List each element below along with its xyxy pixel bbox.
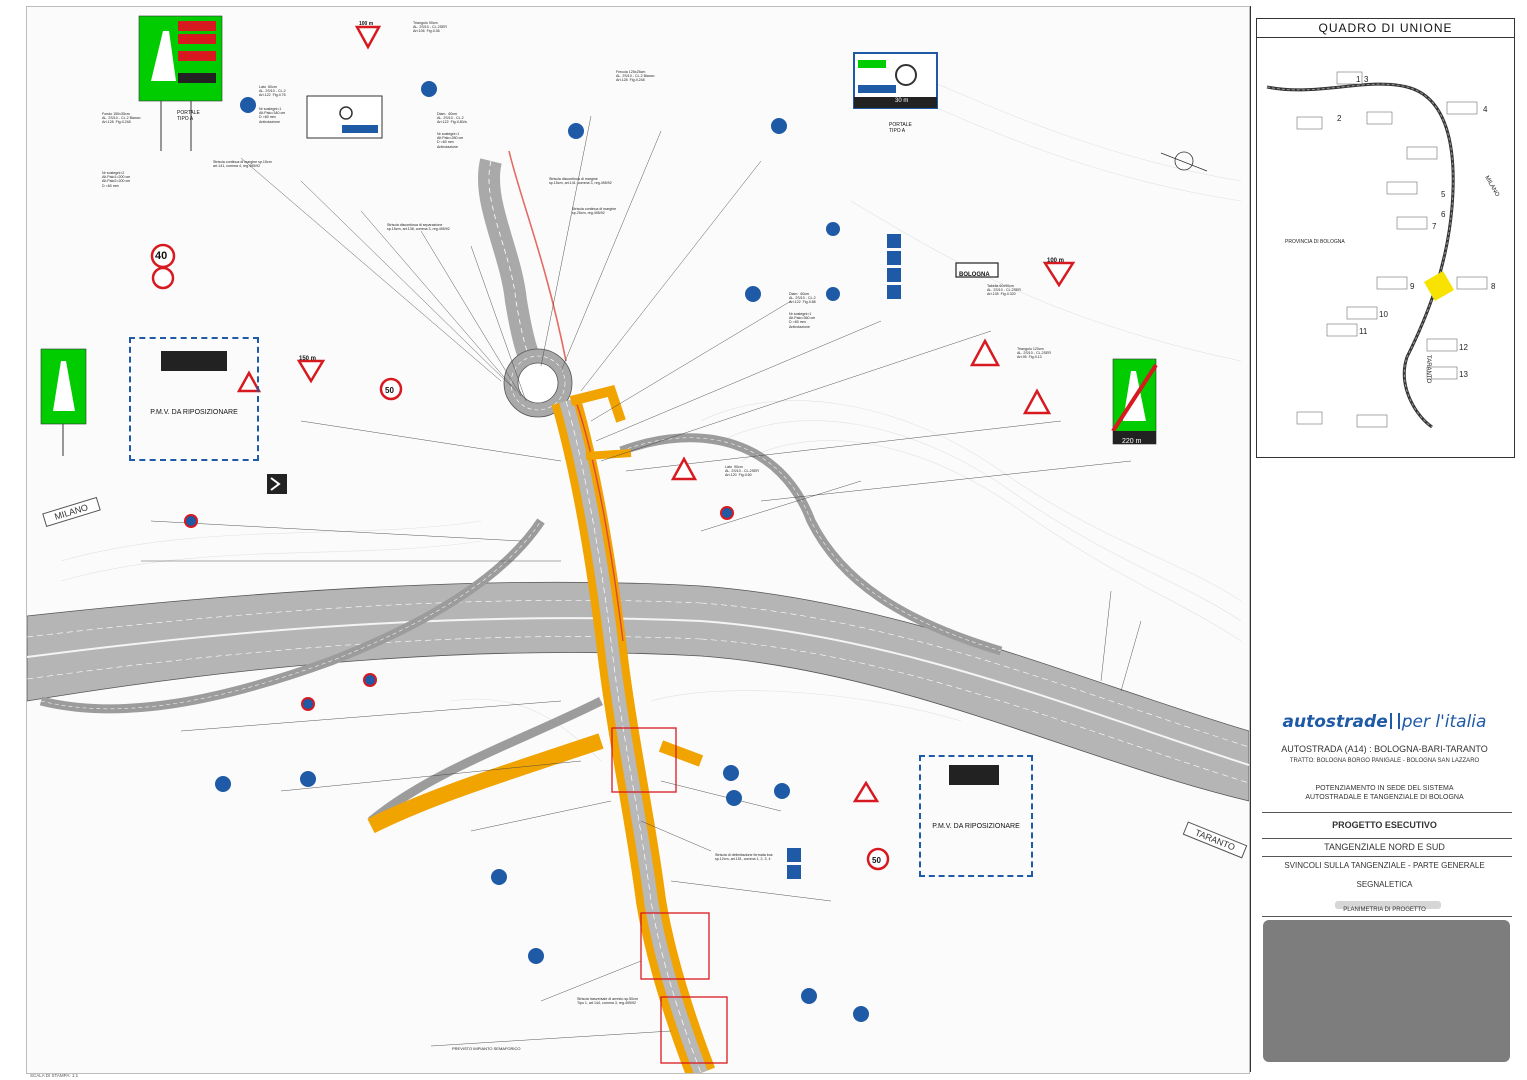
note-7: Triangolo 90cm AL. 2S/10 - CL.2SER Art.1… [413,21,447,34]
yield-signs [296,25,1076,384]
project-line-2: AUTOSTRADALE E TANGENZIALE DI BOLOGNA [1305,794,1464,801]
key-map-title: QUADRO DI UNIONE [1257,19,1514,38]
note-15: Freccia 125x25cm AL. 2S/10 - CL.2 Bianco… [616,70,655,83]
key-map: QUADRO DI UNIONE 1 2 3 4 5 6 7 8 9 10 11… [1256,18,1515,458]
discipline-title: SEGNALETICA [1356,880,1413,889]
drawing-sheet: P.M.V. DA RIPOSIZIONARE P.M.V. DA RIPOSI… [0,0,1527,1080]
motorway-title: AUTOSTRADA (A14) : BOLOGNA-BARI-TARANTO [1281,744,1488,754]
key-sheet-8: 8 [1491,282,1496,291]
note-3: Striscia continua di margine sp.15cm art… [213,160,272,169]
topic-title: SVINCOLI SULLA TANGENZIALE - PARTE GENER… [1284,861,1485,870]
plan-svg [27,15,1249,1073]
plan-drawing-area: P.M.V. DA RIPOSIZIONARE P.M.V. DA RIPOSI… [26,6,1250,1074]
motorway-sign-left [40,348,87,456]
note-14: PREVISTO IMPIANTO SEMAFORICO [452,1046,521,1051]
key-sheet-12: 12 [1459,343,1468,352]
rule-3 [1262,856,1512,857]
project-line-1: POTENZIAMENTO IN SEDE DEL SISTEMA [1315,785,1454,792]
drawing-title: PLANIMETRIA DI PROGETTO [1343,907,1426,913]
dist-150-label: 150 m [299,356,317,362]
note-12: Tabella 60x90cm AL. 2S/10 - CL.2SER Art.… [987,284,1021,297]
pmv-right-label: P.M.V. DA RIPOSIZIONARE [932,823,1020,830]
key-sheet-5: 5 [1441,190,1446,199]
section-title: TRATTO: BOLOGNA BORGO PANIGALE - BOLOGNA… [1289,758,1480,764]
pmv-left-box: P.M.V. DA RIPOSIZIONARE [129,337,259,461]
portal-label-1: PORTALE TIPO A [177,110,200,122]
key-sheet-10: 10 [1379,310,1388,319]
note-18: Nr sostegni=1 Alt.Palo=360 cm D =60 mm A… [789,312,816,329]
key-sheet-7: 7 [1432,222,1437,231]
note-20: Lato 90cm AL. 2S/10 - CL.2SER Art.120 Fi… [725,465,759,478]
dist-220-label: 220 m [1122,438,1142,445]
logo-bold: autostrade [1282,712,1388,732]
speed-50-label-b: 50 [872,856,881,865]
note-6: Nr sostegni=1 Alt.Palo=280 cm D =60 mm A… [437,132,464,149]
key-label-taranto: TARANTO [1425,355,1431,383]
subject-title: TANGENZIALE NORD E SUD [1324,842,1445,852]
speed-50-label-a: 50 [385,386,394,395]
print-scale-note: SCALA DI STAMPA: 1:1 [30,1073,79,1078]
pmv-right-box: P.M.V. DA RIPOSIZIONARE [919,755,1033,877]
note-9: Fondo 150x35cm AL. 2S/10 - CL.2 Bianco A… [102,112,141,125]
key-sheet-2: 2 [1337,114,1342,123]
note-16: Striscia continua di margine sp.25cm, re… [572,207,617,216]
key-label-province: PROVINCIA DI BOLOGNA [1285,239,1345,245]
note-11: Triangolo 120cm AL. 2S/10 - CL.2SER Art.… [1017,347,1051,360]
chevron-sign [267,474,287,494]
key-map-svg: 1 2 3 4 5 6 7 8 9 10 11 12 13 PROVINCIA … [1266,71,1500,429]
logo-thin: per l'italia [1401,712,1487,732]
speed-40-label: 40 [155,250,168,262]
rule-2 [1262,838,1512,839]
key-sheet-9: 9 [1410,282,1415,291]
note-8: Striscia discontinua di separazione sp.1… [387,223,450,232]
logo-bars-icon [1389,713,1400,729]
dist-30-label: 30 m [895,98,909,104]
key-label-milano: MILANO [1483,175,1500,198]
direction-sign-centro [306,95,383,139]
bologna-label: BOLOGNA [959,272,990,278]
note-5: Diam. 60cm AL. 2S/10 - CL.2 Art.122 Fig.… [437,112,467,125]
key-sheet-1: 1 [1356,75,1361,84]
note-19: Striscia di delimitazione fermata bus sp… [715,853,773,862]
key-sheet-11: 11 [1359,327,1368,336]
note-2: Nr sostegni=1 Alt.Palo=340 cm D =60 mm A… [259,107,286,124]
phase-title: PROGETTO ESECUTIVO [1332,820,1437,830]
north-arrow [1160,151,1208,172]
rule-4 [1262,916,1512,917]
note-4: Striscia discontinua di margine sp.15cm,… [549,177,612,186]
revision-table-box [1263,920,1510,1062]
end-motorway-sign [1111,358,1158,445]
motorway-sign-top [138,15,223,151]
note-10: Nr sostegni=2 Alt.Palo1=200 cm Alt.Palo2… [102,171,131,188]
note-1: Lato 60cm AL. 2S/10 - CL.2 Art.122 Fig.I… [259,85,286,98]
portal-label-2: PORTALE TIPO A [889,122,912,134]
dist-100-label-a: 100 m [359,21,374,27]
key-sheet-13: 13 [1459,370,1468,379]
key-sheet-4: 4 [1483,105,1488,114]
triangle-signs [236,338,1052,803]
rule-1 [1262,812,1512,813]
pmv-left-label: P.M.V. DA RIPOSIZIONARE [150,409,238,416]
note-17: Diam. 60cm AL. 2S/10 - CL.2 Art.122 Fig.… [789,292,816,305]
crossing-signs [787,234,901,879]
note-13: Striscia trasversale di arresto sp.50cm … [577,997,638,1006]
key-sheet-3: 3 [1364,75,1369,84]
key-sheet-6: 6 [1441,210,1446,219]
dist-100-label-b: 100 m [1047,258,1065,264]
